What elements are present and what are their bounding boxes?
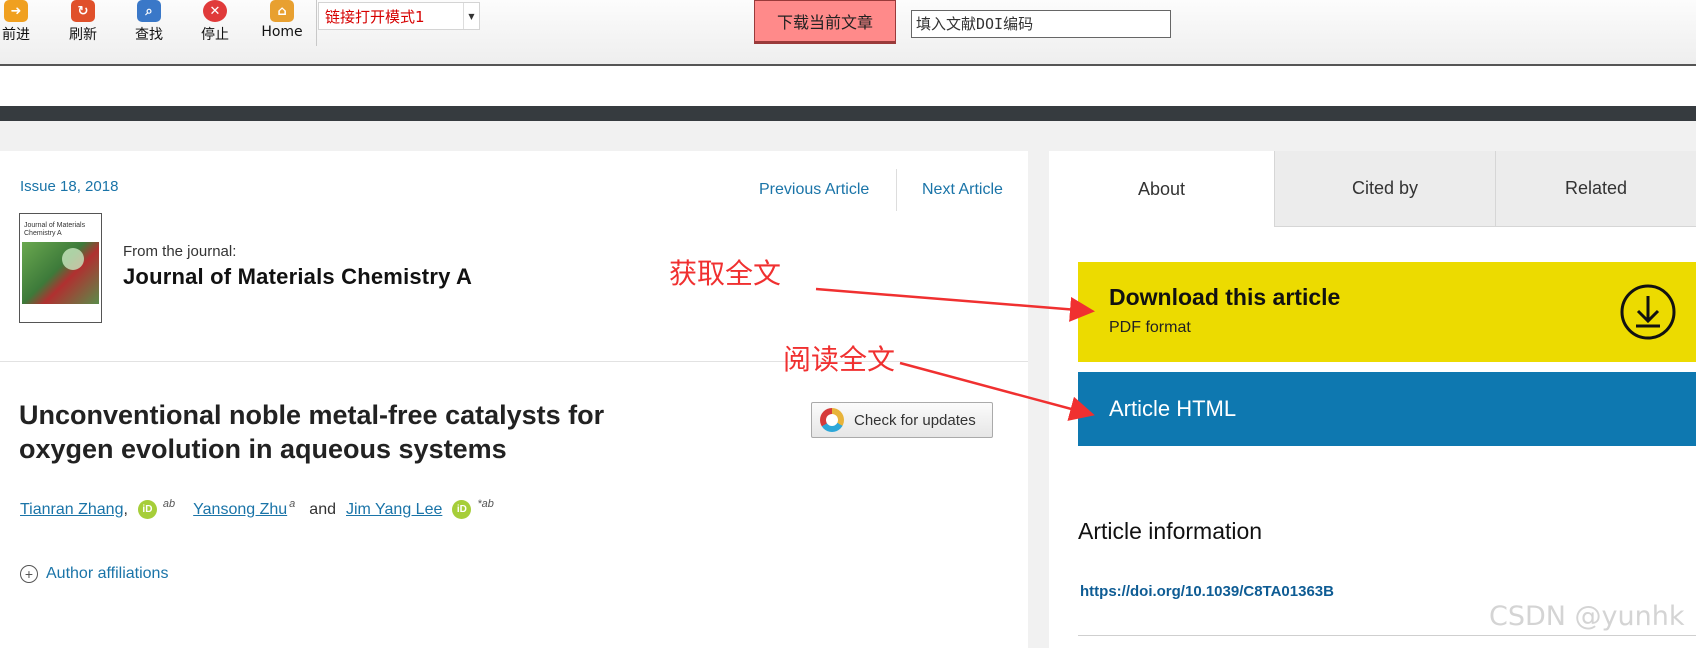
cover-art — [22, 242, 99, 304]
article-title-line-2: oxygen evolution in aqueous systems — [19, 434, 507, 464]
open-mode-value: 链接打开模式1 — [325, 7, 425, 26]
plus-icon: + — [20, 565, 38, 583]
nav-divider — [896, 169, 897, 211]
refresh-icon: ↻ — [71, 0, 95, 22]
journal-name[interactable]: Journal of Materials Chemistry A — [123, 264, 472, 290]
forward-label: 前进 — [2, 27, 30, 43]
article-title: Unconventional noble metal-free catalyst… — [19, 398, 719, 466]
download-icon — [1620, 284, 1676, 340]
author-affiliation-sup: ab — [162, 497, 176, 510]
article-html-button[interactable]: Article HTML — [1078, 372, 1696, 446]
annotation-read-fulltext: 阅读全文 — [783, 343, 896, 376]
article-title-line-1: Unconventional noble metal-free catalyst… — [19, 400, 605, 430]
search-icon: ⌕ — [137, 0, 161, 22]
find-label: 查找 — [135, 27, 163, 43]
author-link[interactable]: Yansong Zhu — [193, 501, 287, 519]
check-for-updates-label: Check for updates — [854, 411, 976, 429]
refresh-button[interactable]: ↻ 刷新 — [55, 0, 111, 48]
home-icon: ⌂ — [270, 0, 294, 22]
author-affiliations-toggle[interactable]: + Author affiliations — [20, 565, 168, 583]
author-comma: , — [123, 500, 128, 518]
stop-button[interactable]: ✕ 停止 — [187, 0, 243, 48]
author-link[interactable]: Tianran Zhang — [20, 501, 123, 519]
journal-cover-image[interactable]: Journal of Materials Chemistry A — [19, 213, 102, 323]
previous-article-link[interactable]: Previous Article — [759, 181, 869, 199]
download-article-format: PDF format — [1109, 319, 1191, 336]
annotation-get-fulltext: 获取全文 — [669, 257, 782, 290]
home-button[interactable]: ⌂ Home — [254, 0, 310, 48]
doi-link[interactable]: https://doi.org/10.1039/C8TA01363B — [1080, 583, 1334, 600]
from-journal-label: From the journal: — [123, 243, 237, 260]
author-affiliation-sup: *ab — [477, 497, 494, 510]
next-article-link[interactable]: Next Article — [922, 181, 1003, 199]
article-panel: Issue 18, 2018 Previous Article Next Art… — [0, 151, 1028, 648]
download-current-article-button[interactable]: 下载当前文章 — [754, 0, 896, 44]
download-article-title: Download this article — [1109, 284, 1341, 310]
cover-title: Journal of Materials Chemistry A — [24, 222, 86, 237]
author-affiliation-sup: a — [289, 497, 296, 510]
orcid-icon[interactable]: iD — [452, 500, 472, 519]
author-link[interactable]: Jim Yang Lee — [346, 501, 442, 519]
author-affiliations-label: Author affiliations — [46, 565, 169, 582]
forward-icon: ➜ — [4, 0, 28, 22]
download-article-button[interactable]: Download this article PDF format — [1078, 262, 1696, 362]
stop-label: 停止 — [201, 27, 229, 43]
refresh-label: 刷新 — [69, 27, 97, 43]
tab-related[interactable]: Related — [1495, 151, 1696, 227]
find-button[interactable]: ⌕ 查找 — [121, 0, 177, 48]
doi-input[interactable] — [911, 10, 1171, 38]
check-for-updates-button[interactable]: Check for updates — [811, 402, 993, 438]
browser-toolbar: ➜ 前进 ↻ 刷新 ⌕ 查找 ✕ 停止 ⌂ Home 链接打开模式1 ▼ 下载当… — [0, 0, 1696, 64]
site-nav-bar — [0, 106, 1696, 121]
author-and: and — [309, 500, 336, 518]
watermark: CSDN @yunhk — [1489, 601, 1685, 632]
page-header-area — [0, 66, 1696, 106]
article-html-label: Article HTML — [1109, 396, 1237, 421]
tab-about[interactable]: About — [1049, 151, 1274, 227]
article-information-heading: Article information — [1078, 518, 1263, 544]
chevron-down-icon[interactable]: ▼ — [463, 3, 479, 29]
tab-cited-by[interactable]: Cited by — [1274, 151, 1495, 227]
toolbar-separator — [316, 0, 317, 46]
home-label: Home — [261, 24, 303, 40]
issue-link[interactable]: Issue 18, 2018 — [20, 178, 118, 195]
forward-button[interactable]: ➜ 前进 — [0, 0, 44, 48]
divider — [1078, 635, 1696, 636]
open-mode-select[interactable]: 链接打开模式1 ▼ — [318, 2, 480, 30]
crossmark-icon — [820, 408, 844, 432]
stop-icon: ✕ — [203, 0, 227, 22]
orcid-icon[interactable]: iD — [137, 500, 157, 519]
author-list: Tianran Zhang, iD ab Yansong Zhu a and J… — [20, 497, 494, 519]
article-sidebar: About Cited by Related Download this art… — [1049, 151, 1696, 648]
